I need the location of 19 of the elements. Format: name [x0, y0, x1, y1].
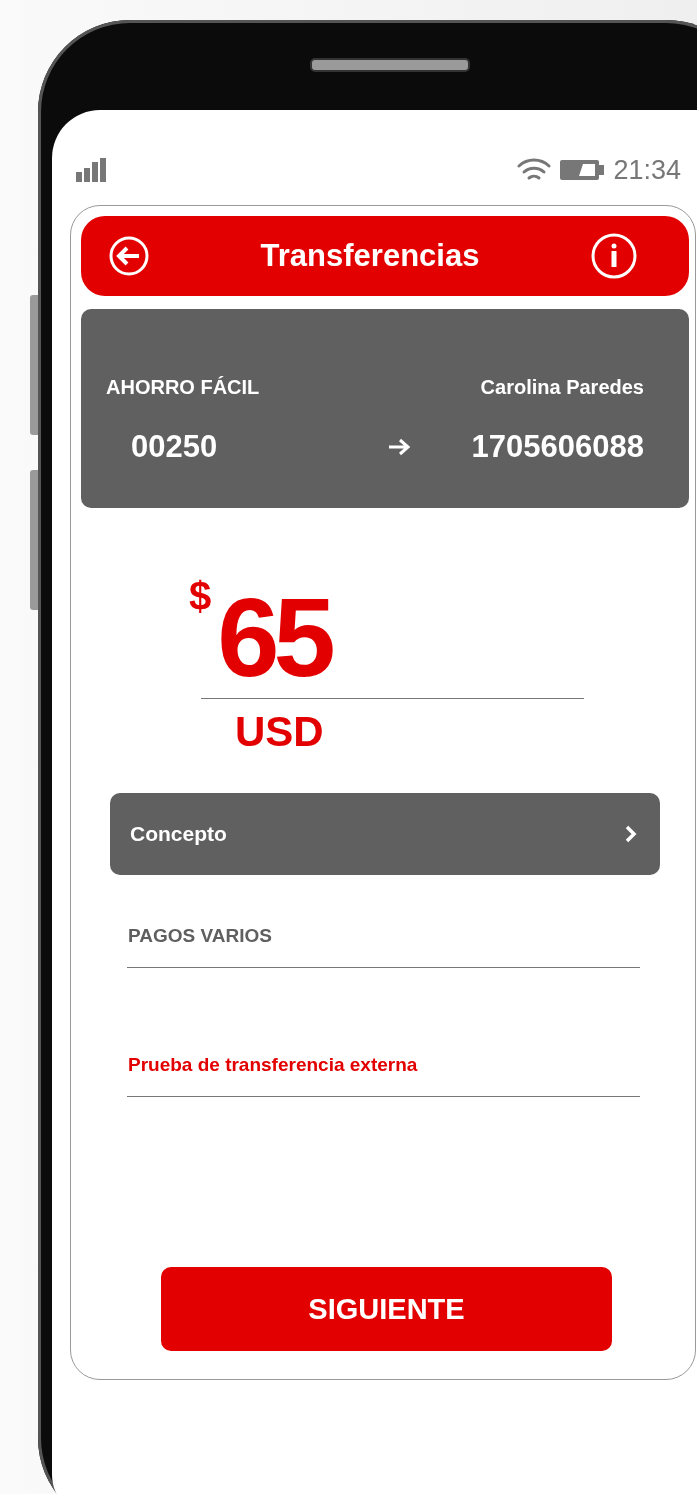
currency-symbol: $ — [189, 576, 212, 616]
back-icon[interactable] — [109, 236, 149, 276]
battery-icon — [559, 158, 606, 182]
destination-account: 1705606088 — [471, 429, 644, 465]
input-field[interactable]: PAGOS VARIOS — [128, 925, 695, 947]
input-field[interactable]: Prueba de transferencia externa — [128, 1054, 695, 1076]
source-account: 00250 — [131, 429, 218, 465]
amount-value: 65 — [217, 582, 330, 694]
info-icon[interactable] — [591, 233, 637, 279]
screen-title: Transferencias — [260, 238, 480, 274]
clock-time: 21:34 — [613, 154, 681, 186]
arrow-icon — [386, 437, 411, 457]
concept-selector[interactable]: Concepto — [110, 793, 660, 875]
next-button[interactable]: SIGUIENTE — [161, 1267, 612, 1351]
currency-code: USD — [235, 711, 325, 753]
account-type: AHORRO FÁCIL — [106, 376, 260, 400]
account-holder: Carolina Paredes — [480, 376, 644, 400]
chevron-icon — [624, 824, 638, 844]
signal-icon — [76, 158, 108, 182]
